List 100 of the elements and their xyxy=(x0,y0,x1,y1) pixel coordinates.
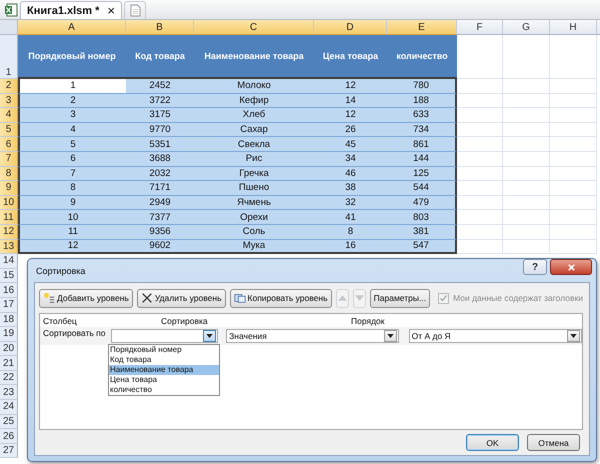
empty-cell xyxy=(503,224,550,240)
column-header[interactable]: H xyxy=(550,20,597,35)
close-button[interactable] xyxy=(550,259,592,275)
table-cell: 633 xyxy=(387,108,457,123)
ok-button[interactable]: OK xyxy=(466,434,519,451)
dropdown-arrow-icon xyxy=(206,334,214,338)
empty-cell xyxy=(550,152,597,167)
dropdown-option[interactable]: Порядковый номер xyxy=(109,345,219,355)
row-header[interactable]: 26 xyxy=(0,429,18,444)
row-header[interactable]: 5 xyxy=(0,122,18,138)
row-header[interactable]: 14 xyxy=(0,254,18,269)
row-header[interactable]: 3 xyxy=(0,94,18,108)
table-cell: 8 xyxy=(18,181,126,196)
row-header[interactable]: 1 xyxy=(0,35,18,79)
table-cell: 45 xyxy=(314,137,387,152)
table-cell: 5351 xyxy=(126,137,194,152)
table-cell: 14 xyxy=(314,94,387,108)
column-header[interactable]: A xyxy=(18,20,126,35)
row-header[interactable]: 12 xyxy=(0,224,18,240)
workbook-tab[interactable]: Книга1.xlsm * × xyxy=(20,1,122,19)
table-cell: Рис xyxy=(194,152,314,167)
table-cell: 861 xyxy=(387,137,457,152)
table-cell: 12 xyxy=(18,240,126,254)
empty-cell xyxy=(503,210,550,225)
row-header[interactable]: 27 xyxy=(0,444,18,458)
row-header[interactable]: 10 xyxy=(0,196,18,210)
empty-cell xyxy=(503,79,550,94)
column-header[interactable]: C xyxy=(194,20,314,35)
row-header[interactable]: 15 xyxy=(0,268,18,284)
row-header[interactable]: 13 xyxy=(0,240,18,254)
dropdown-option[interactable]: Наименование товара xyxy=(109,365,219,375)
row-header[interactable]: 23 xyxy=(0,385,18,400)
table-cell: 2949 xyxy=(126,196,194,210)
row-header[interactable]: 20 xyxy=(0,342,18,356)
table-cell: Гречка xyxy=(194,166,314,182)
table-cell: 4 xyxy=(18,122,126,138)
add-level-icon xyxy=(43,292,55,304)
checkbox-label: Мои данные содержат заголовки xyxy=(453,293,583,303)
row-header[interactable]: 6 xyxy=(0,137,18,152)
table-cell: 8 xyxy=(314,224,387,240)
column-header[interactable]: B xyxy=(126,20,194,35)
column-heading: Порядок xyxy=(350,316,384,326)
table-cell: 32 xyxy=(314,196,387,210)
options-button[interactable]: Параметры... xyxy=(370,288,430,308)
delete-level-button[interactable]: Удалить уровень xyxy=(136,288,226,308)
column-heading: Сортировка xyxy=(160,316,209,326)
table-cell: Соль xyxy=(194,224,314,240)
dialog-title: Сортировка xyxy=(36,266,86,276)
row-header[interactable]: 9 xyxy=(0,181,18,196)
row-header[interactable]: 11 xyxy=(0,210,18,225)
column-heading: Столбец xyxy=(42,316,78,326)
table-cell: 479 xyxy=(387,196,457,210)
column-header[interactable]: E xyxy=(387,20,457,35)
table-cell: 12 xyxy=(314,108,387,123)
empty-cell xyxy=(550,122,597,138)
column-dropdown[interactable] xyxy=(111,329,218,343)
table-cell: 381 xyxy=(387,224,457,240)
close-tab-button[interactable]: × xyxy=(107,4,115,16)
row-header[interactable]: 17 xyxy=(0,298,18,312)
column-header[interactable]: D xyxy=(314,20,387,35)
row-header[interactable]: 22 xyxy=(0,370,18,386)
row-header[interactable]: 19 xyxy=(0,327,18,342)
help-button[interactable]: ? xyxy=(523,259,547,275)
row-header[interactable]: 8 xyxy=(0,166,18,182)
dropdown-option[interactable]: Код товара xyxy=(109,355,219,365)
table-cell: Хлеб xyxy=(194,108,314,123)
select-all-corner[interactable] xyxy=(0,20,18,35)
table-cell: 3 xyxy=(18,108,126,123)
table-cell: 2 xyxy=(18,94,126,108)
row-header[interactable]: 4 xyxy=(0,108,18,123)
copy-level-button[interactable]: Копировать уровень xyxy=(230,288,332,308)
row-header[interactable]: 21 xyxy=(0,356,18,371)
row-header[interactable]: 16 xyxy=(0,283,18,298)
table-cell: 26 xyxy=(314,122,387,138)
new-tab-button[interactable] xyxy=(124,1,146,19)
sort-on-dropdown[interactable]: Значения xyxy=(226,329,399,343)
empty-cell xyxy=(550,94,597,108)
empty-cell xyxy=(503,108,550,123)
table-cell: Орехи xyxy=(194,210,314,225)
dropdown-option[interactable]: Цена товара xyxy=(109,375,219,385)
order-dropdown[interactable]: От А до Я xyxy=(408,329,582,343)
cancel-button[interactable]: Отмена xyxy=(527,434,580,451)
column-header[interactable]: G xyxy=(503,20,550,35)
header-cell: Код товара xyxy=(126,35,194,79)
table-cell: Молоко xyxy=(194,79,314,94)
row-header[interactable]: 25 xyxy=(0,414,18,430)
table-cell: 9770 xyxy=(126,122,194,138)
row-header[interactable]: 7 xyxy=(0,152,18,167)
table-cell: 41 xyxy=(314,210,387,225)
add-level-button[interactable]: Добавить уровень xyxy=(39,288,133,308)
row-header[interactable]: 24 xyxy=(0,400,18,415)
empty-cell xyxy=(503,152,550,167)
dropdown-option[interactable]: количество xyxy=(109,385,219,395)
column-header[interactable]: F xyxy=(457,20,503,35)
close-icon xyxy=(566,262,576,272)
row-header[interactable]: 2 xyxy=(0,79,18,94)
table-cell: 9602 xyxy=(126,240,194,254)
row-header[interactable]: 18 xyxy=(0,312,18,328)
table-cell: 46 xyxy=(314,166,387,182)
table-cell: 3722 xyxy=(126,94,194,108)
